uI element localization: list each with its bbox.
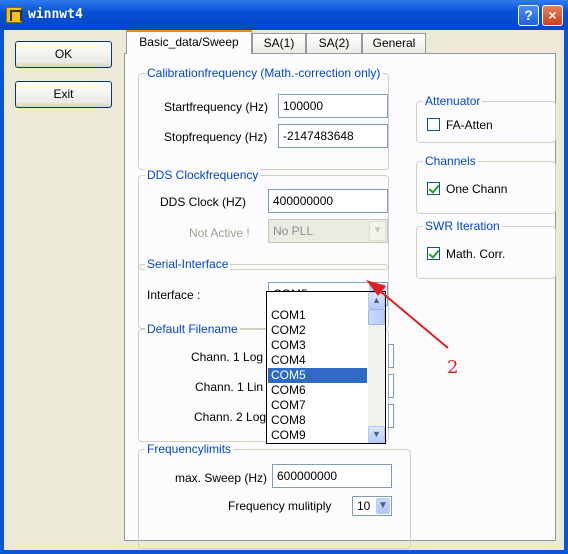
annotation-overlay xyxy=(366,280,449,349)
annotation-number: 2 xyxy=(447,357,459,378)
application-window: winnwt4 ? × OK Exit Basic_data/Sweep SA(… xyxy=(0,0,568,554)
annotation-arrow-line xyxy=(373,285,449,349)
